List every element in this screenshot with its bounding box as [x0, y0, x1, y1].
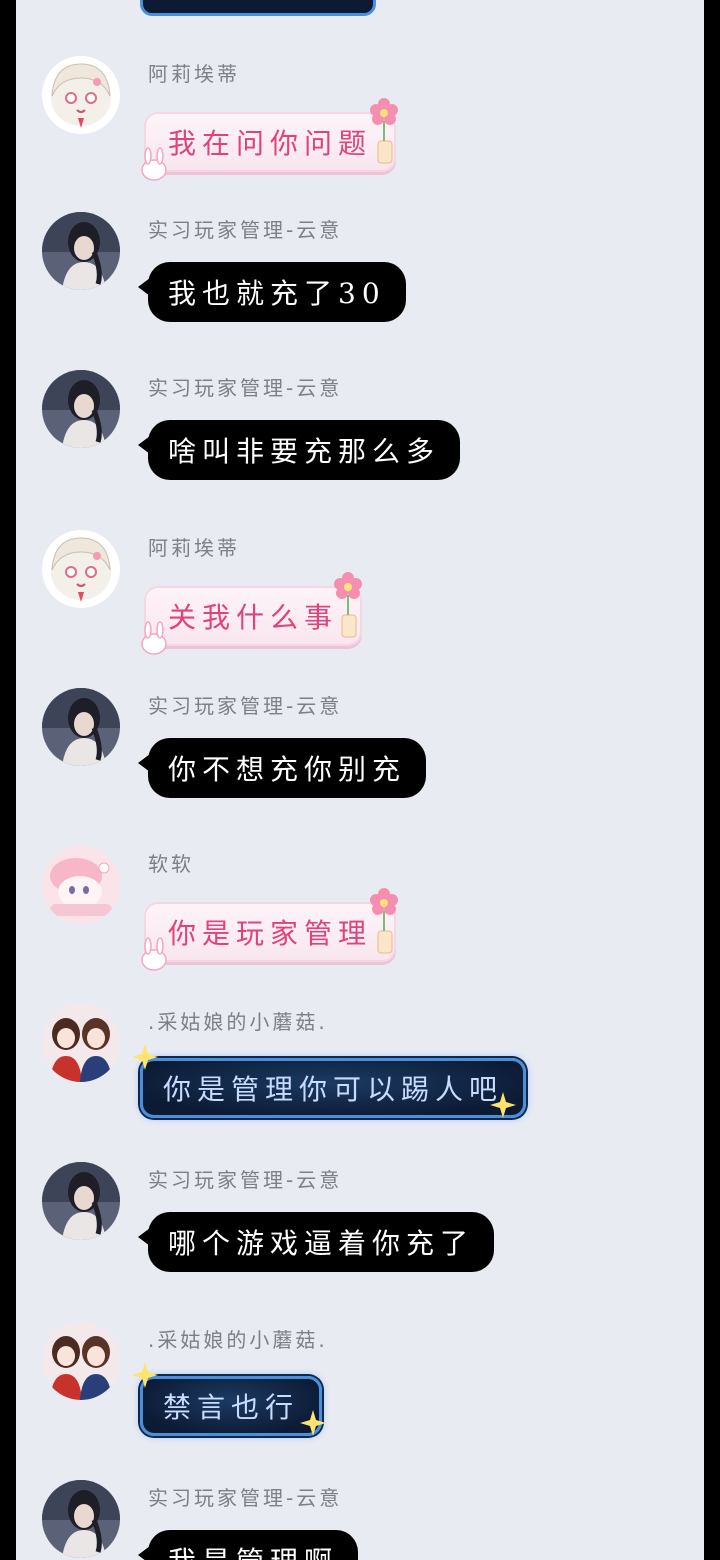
sender-name[interactable]: 实习玩家管理-云意	[148, 690, 342, 719]
photo-avatar[interactable]	[42, 212, 120, 290]
photo-avatar[interactable]	[42, 1162, 120, 1240]
message-text: 啥叫非要充那么多	[168, 435, 441, 468]
message-text: 我在问你问题	[168, 127, 373, 160]
message-text: 我是管理啊	[168, 1540, 338, 1560]
message-text: 哪个游戏逼着你充了	[168, 1227, 475, 1260]
flower-decoration-icon	[370, 888, 398, 954]
sender-name[interactable]: 实习玩家管理-云意	[148, 1164, 342, 1193]
message-bubble[interactable]: 哪个游戏逼着你充了	[137, 1212, 495, 1272]
sender-name[interactable]: .采姑娘的小蘑菇.	[148, 1006, 328, 1035]
sparkle-icon	[132, 1362, 158, 1388]
message-text: 我也就充了30	[168, 277, 386, 310]
chat-message: 软软 你是玩家管理	[16, 846, 704, 1004]
chat-message: 实习玩家管理-云意 你不想充你别充	[16, 688, 704, 846]
pink-anime-avatar[interactable]	[42, 846, 120, 924]
sender-name[interactable]: 实习玩家管理-云意	[148, 214, 342, 243]
message-bubble[interactable]: 我也就充了30	[138, 262, 406, 322]
message-text: 你是玩家管理	[168, 917, 373, 950]
bunny-decoration-icon	[141, 937, 167, 971]
sender-name[interactable]: 实习玩家管理-云意	[148, 1482, 342, 1511]
sparkle-icon	[132, 1044, 158, 1070]
partial-message-bubble[interactable]	[140, 0, 376, 16]
sender-name[interactable]: 阿莉埃蒂	[148, 532, 240, 561]
chat-message: 阿莉埃蒂 我在问你问题	[16, 56, 704, 214]
flower-decoration-icon	[370, 98, 398, 164]
chat-message: 阿莉埃蒂 关我什么事	[16, 530, 704, 688]
message-text: 你不想充你别充	[168, 753, 407, 786]
flower-decoration-icon	[334, 572, 362, 638]
bunny-decoration-icon	[141, 621, 167, 655]
chat-message: 实习玩家管理-云意 哪个游戏逼着你充了	[16, 1162, 704, 1320]
message-text: 禁言也行	[163, 1391, 300, 1424]
anime-girl-avatar[interactable]	[42, 56, 120, 134]
sender-name[interactable]: 软软	[148, 848, 194, 877]
photo-avatar[interactable]	[42, 1480, 120, 1558]
photo-avatar[interactable]	[42, 688, 120, 766]
sender-name[interactable]: 阿莉埃蒂	[148, 58, 240, 87]
couple-avatar[interactable]	[42, 1004, 120, 1082]
message-bubble[interactable]: 禁言也行	[140, 1376, 323, 1436]
chat-message: 实习玩家管理-云意 我是管理啊	[16, 1480, 704, 1560]
message-bubble[interactable]: 你是管理你可以踢人吧	[140, 1058, 527, 1118]
chat-message: 实习玩家管理-云意 啥叫非要充那么多	[16, 370, 704, 528]
anime-girl-avatar[interactable]	[42, 530, 120, 608]
chat-message: 实习玩家管理-云意 我也就充了30	[16, 212, 704, 370]
photo-avatar[interactable]	[42, 370, 120, 448]
sender-name[interactable]: 实习玩家管理-云意	[148, 372, 342, 401]
message-bubble[interactable]: 啥叫非要充那么多	[137, 420, 461, 480]
chat-message: .采姑娘的小蘑菇. 你是管理你可以踢人吧	[16, 1004, 704, 1162]
message-bubble[interactable]: 我在问你问题	[144, 112, 397, 172]
message-bubble[interactable]: 你是玩家管理	[144, 902, 397, 962]
chat-message-list[interactable]: 阿莉埃蒂 我在问你问题 实习玩家管理-云意 我也就充了30 实习玩家管理-云意 …	[16, 0, 704, 1560]
couple-avatar[interactable]	[42, 1322, 120, 1400]
message-text: 你是管理你可以踢人吧	[163, 1073, 504, 1106]
sparkle-icon	[490, 1092, 516, 1118]
sparkle-icon	[300, 1410, 326, 1436]
bunny-decoration-icon	[141, 147, 167, 181]
chat-message: .采姑娘的小蘑菇. 禁言也行	[16, 1322, 704, 1480]
message-text: 关我什么事	[168, 601, 339, 634]
message-bubble[interactable]: 我是管理啊	[137, 1530, 359, 1560]
message-bubble[interactable]: 你不想充你别充	[137, 738, 427, 798]
sender-name[interactable]: .采姑娘的小蘑菇.	[148, 1324, 328, 1353]
